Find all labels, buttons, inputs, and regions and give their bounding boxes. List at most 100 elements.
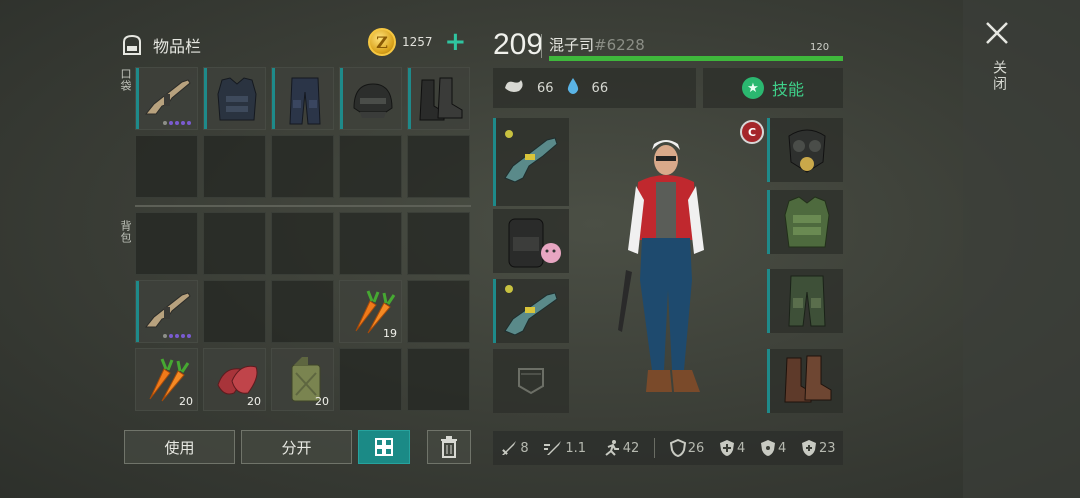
rank-badge: C [740,120,764,144]
food-value: 66 [537,80,554,96]
player-tag: #6228 [594,36,645,54]
inventory-slot-raw-meat[interactable]: 20 [203,348,266,411]
leather-boots-icon [784,355,832,403]
close-panel-strip [963,0,1080,498]
damage-value: 8 [520,440,529,456]
inventory-slot-empty[interactable] [407,280,470,343]
gas-mask-icon [788,129,826,173]
pocket-icon [518,368,544,395]
armor-stat: 26 [669,439,705,457]
inventory-slot-empty[interactable] [339,135,402,198]
sword-icon [502,441,517,455]
player-level: 209 [493,28,544,61]
water-gun-icon [504,130,558,183]
shield-icon [669,439,686,457]
section-divider [135,205,471,207]
inventory-title: 物品栏 [153,37,202,56]
equip-slot-head[interactable] [767,118,843,182]
add-coins-button[interactable]: + [445,29,467,55]
equip-slot-weapon-1[interactable] [493,118,569,206]
move-speed-stat: 42 [601,439,639,457]
star-icon: ★ [741,77,764,99]
equip-slot-pocket[interactable] [493,349,569,413]
inventory-slot-empty[interactable] [271,212,334,275]
close-button[interactable] [984,20,1010,46]
equip-slot-body[interactable] [767,190,843,254]
combat-stats-bar: 8 1.1 42 26 4 4 23 [493,431,843,465]
inventory-slot-empty[interactable] [135,212,198,275]
inventory-slot-empty[interactable] [135,135,198,198]
inventory-slot-police-pants[interactable] [271,67,334,130]
backpack-item-icon [508,218,561,268]
attack-speed-value: 1.1 [565,440,587,456]
inventory-slot-empty[interactable] [407,348,470,411]
inventory-slot-helmet[interactable] [339,67,402,130]
skills-label: 技能 [771,80,804,99]
water-drop-icon [566,77,580,99]
inventory-slot-empty[interactable] [203,135,266,198]
inventory-slot-boots[interactable] [407,67,470,130]
armor-vest-icon [784,196,830,248]
police-vest-icon [217,77,257,121]
biohazard-shield-icon [802,440,817,456]
inventory-slot-empty[interactable] [271,280,334,343]
inventory-slot-empty[interactable] [271,135,334,198]
player-name-text: 混子司 [549,36,595,54]
water-gun-icon [504,285,558,336]
inventory-slot-rifle[interactable] [135,280,198,343]
helmet-icon [353,83,393,118]
use-button[interactable]: 使用 [124,430,235,464]
inventory-slot-empty[interactable] [339,212,402,275]
stats-divider [654,438,656,458]
attack-speed-stat: 1.1 [543,439,586,457]
coin-balance: Z 1257 + [368,28,466,56]
xp-max: 120 [810,42,830,53]
equip-slot-feet[interactable] [767,349,843,413]
armored-pants-icon [788,275,826,327]
coin-icon: Z [368,28,396,56]
radiation-resist-stat: 4 [760,439,786,457]
trash-icon [441,436,457,458]
cold-resist-value: 4 [737,440,746,456]
close-label[interactable]: 关闭 [989,60,1009,92]
rifle-icon [144,79,191,115]
equip-slot-weapon-2[interactable] [493,279,569,343]
backpack-label: 背包 [119,220,132,244]
inventory-slot-police-vest[interactable] [203,67,266,130]
inventory-slot-empty[interactable] [407,135,470,198]
trash-button[interactable] [427,430,471,464]
inventory-slot-empty[interactable] [339,348,402,411]
item-count: 19 [383,327,397,340]
inventory-slot-fuel-can[interactable]: 20 [271,348,334,411]
snowflake-shield-icon [720,440,735,456]
police-pants-icon [289,77,321,125]
inventory-slot-carrots[interactable]: 20 [135,348,198,411]
split-button[interactable]: 分开 [241,430,352,464]
stomach-icon [503,78,525,98]
inventory-header: 物品栏 [119,30,201,60]
grid-icon [375,438,393,456]
swift-sword-icon [544,441,562,455]
inventory-slot-rifle[interactable] [135,67,198,130]
water-value: 66 [591,80,609,96]
inventory-slot-empty[interactable] [203,212,266,275]
player-name: 混子司#6228 [549,34,645,55]
radiation-shield-icon [761,440,776,456]
sort-grid-button[interactable] [358,430,410,464]
skills-button[interactable]: ★ 技能 [703,68,843,108]
damage-stat: 8 [500,439,529,457]
survival-stats: 66 66 [493,68,696,108]
equip-slot-backpack[interactable] [493,209,569,273]
armor-value: 26 [687,440,705,456]
level-separator [541,34,542,58]
inventory-slot-empty[interactable] [407,212,470,275]
inventory-slot-carrots[interactable]: 19 [339,280,402,343]
radiation-resist-value: 4 [778,440,787,456]
equip-slot-legs[interactable] [767,269,843,333]
item-count: 20 [247,395,261,408]
pocket-label: 口袋 [119,68,132,92]
bio-resist-stat: 23 [801,439,836,457]
bio-resist-value: 23 [819,440,836,456]
inventory-slot-empty[interactable] [203,280,266,343]
backpack-icon [119,34,145,56]
